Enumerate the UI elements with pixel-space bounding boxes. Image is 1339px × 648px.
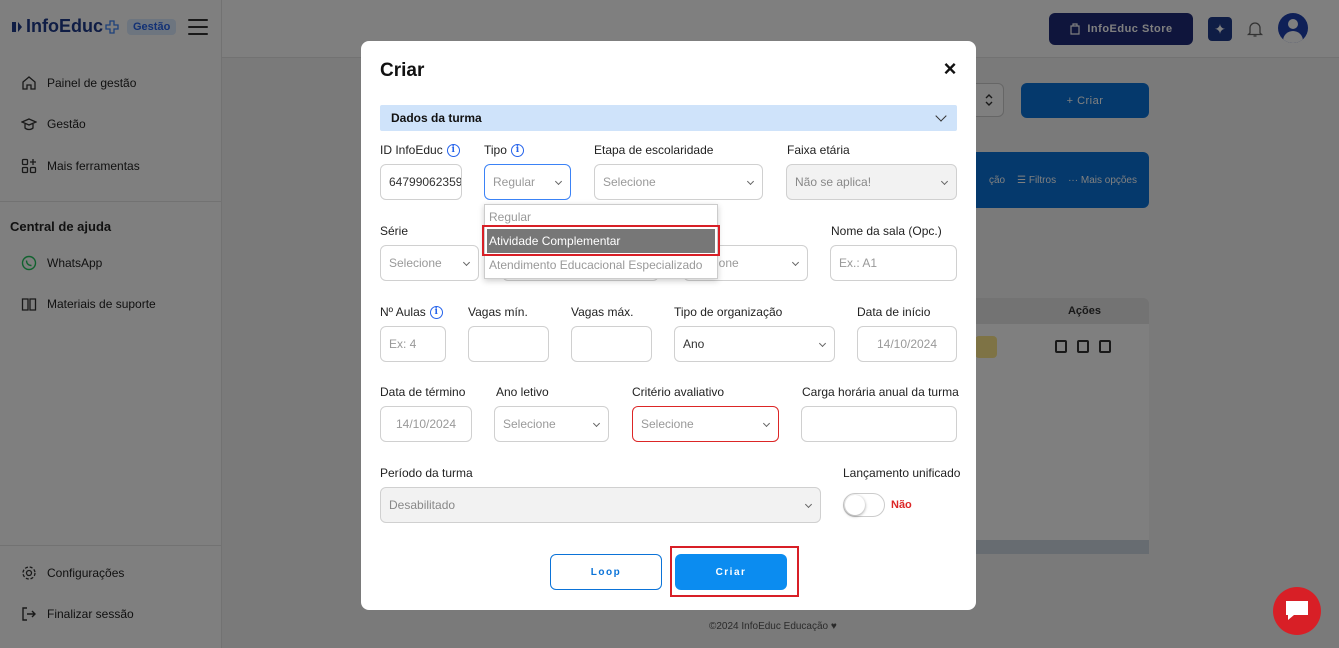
modal-title: Criar: [380, 60, 425, 81]
vagas-max-input[interactable]: [571, 326, 652, 362]
periodo-select[interactable]: Desabilitado: [380, 487, 821, 523]
carga-label: Carga horária anual da turma: [802, 385, 959, 399]
ano-letivo-select[interactable]: Selecione: [494, 406, 609, 442]
loop-button[interactable]: Loop: [550, 554, 662, 590]
id-label-text: ID InfoEduc: [380, 143, 443, 157]
tipo-option-atividade-complementar[interactable]: Atividade Complementar: [487, 229, 715, 253]
vagas-min-label: Vagas mín.: [468, 305, 528, 319]
lancamento-label: Lançamento unificado: [843, 466, 961, 480]
sala-input[interactable]: Ex.: A1: [830, 245, 957, 281]
etapa-select[interactable]: Selecione: [594, 164, 763, 200]
tipo-label-text: Tipo: [484, 143, 507, 157]
lancamento-toggle[interactable]: [843, 493, 885, 517]
tipo-label: Tipo i: [484, 143, 524, 157]
etapa-label: Etapa de escolaridade: [594, 143, 714, 157]
info-icon[interactable]: i: [446, 143, 460, 157]
carga-horaria-input[interactable]: [801, 406, 957, 442]
id-infoeduc-field[interactable]: 64799062359: [380, 164, 462, 200]
data-inicio-input[interactable]: 14/10/2024: [857, 326, 957, 362]
chevron-down-icon: [935, 110, 947, 122]
tipo-option-atendimento-especializado[interactable]: Atendimento Educacional Especializado: [485, 253, 717, 277]
info-icon[interactable]: i: [510, 143, 524, 157]
serie-label: Série: [380, 224, 409, 238]
inicio-label: Data de início: [857, 305, 931, 319]
vagas-max-label: Vagas máx.: [571, 305, 634, 319]
organizacao-select[interactable]: Ano: [674, 326, 835, 362]
tipo-select[interactable]: Regular: [484, 164, 571, 200]
close-icon[interactable]: ×: [941, 58, 959, 80]
serie-select[interactable]: Selecione: [380, 245, 479, 281]
create-class-modal: Criar × Dados da turma ID InfoEduc i 6479…: [361, 41, 976, 610]
criterio-label: Critério avaliativo: [632, 385, 725, 399]
sala-label: Nome da sala (Opc.): [831, 224, 942, 238]
aulas-label: Nº Aulas i: [380, 305, 443, 319]
faixa-label: Faixa etária: [787, 143, 850, 157]
lancamento-status: Não: [891, 499, 912, 511]
tipo-option-regular[interactable]: Regular: [485, 205, 717, 229]
data-termino-input[interactable]: 14/10/2024: [380, 406, 472, 442]
chat-icon: [1286, 601, 1308, 620]
termino-label: Data de término: [380, 385, 466, 399]
criterio-select[interactable]: Selecione: [632, 406, 779, 442]
aulas-label-text: Nº Aulas: [380, 305, 426, 319]
ano-label: Ano letivo: [496, 385, 549, 399]
id-label: ID InfoEduc i: [380, 143, 460, 157]
section-dados-turma[interactable]: Dados da turma: [380, 105, 957, 131]
create-button[interactable]: Criar: [675, 554, 787, 590]
aulas-input[interactable]: Ex: 4: [380, 326, 446, 362]
organizacao-label: Tipo de organização: [674, 305, 783, 319]
chat-button[interactable]: [1273, 587, 1321, 635]
vagas-min-input[interactable]: [468, 326, 549, 362]
faixa-select[interactable]: Não se aplica!: [786, 164, 957, 200]
section-title: Dados da turma: [391, 111, 482, 125]
periodo-label: Período da turma: [380, 466, 473, 480]
info-icon[interactable]: i: [429, 305, 443, 319]
tipo-dropdown-list: Regular Atividade Complementar Atendimen…: [484, 204, 718, 279]
hidden-select-value: ione: [716, 256, 739, 270]
